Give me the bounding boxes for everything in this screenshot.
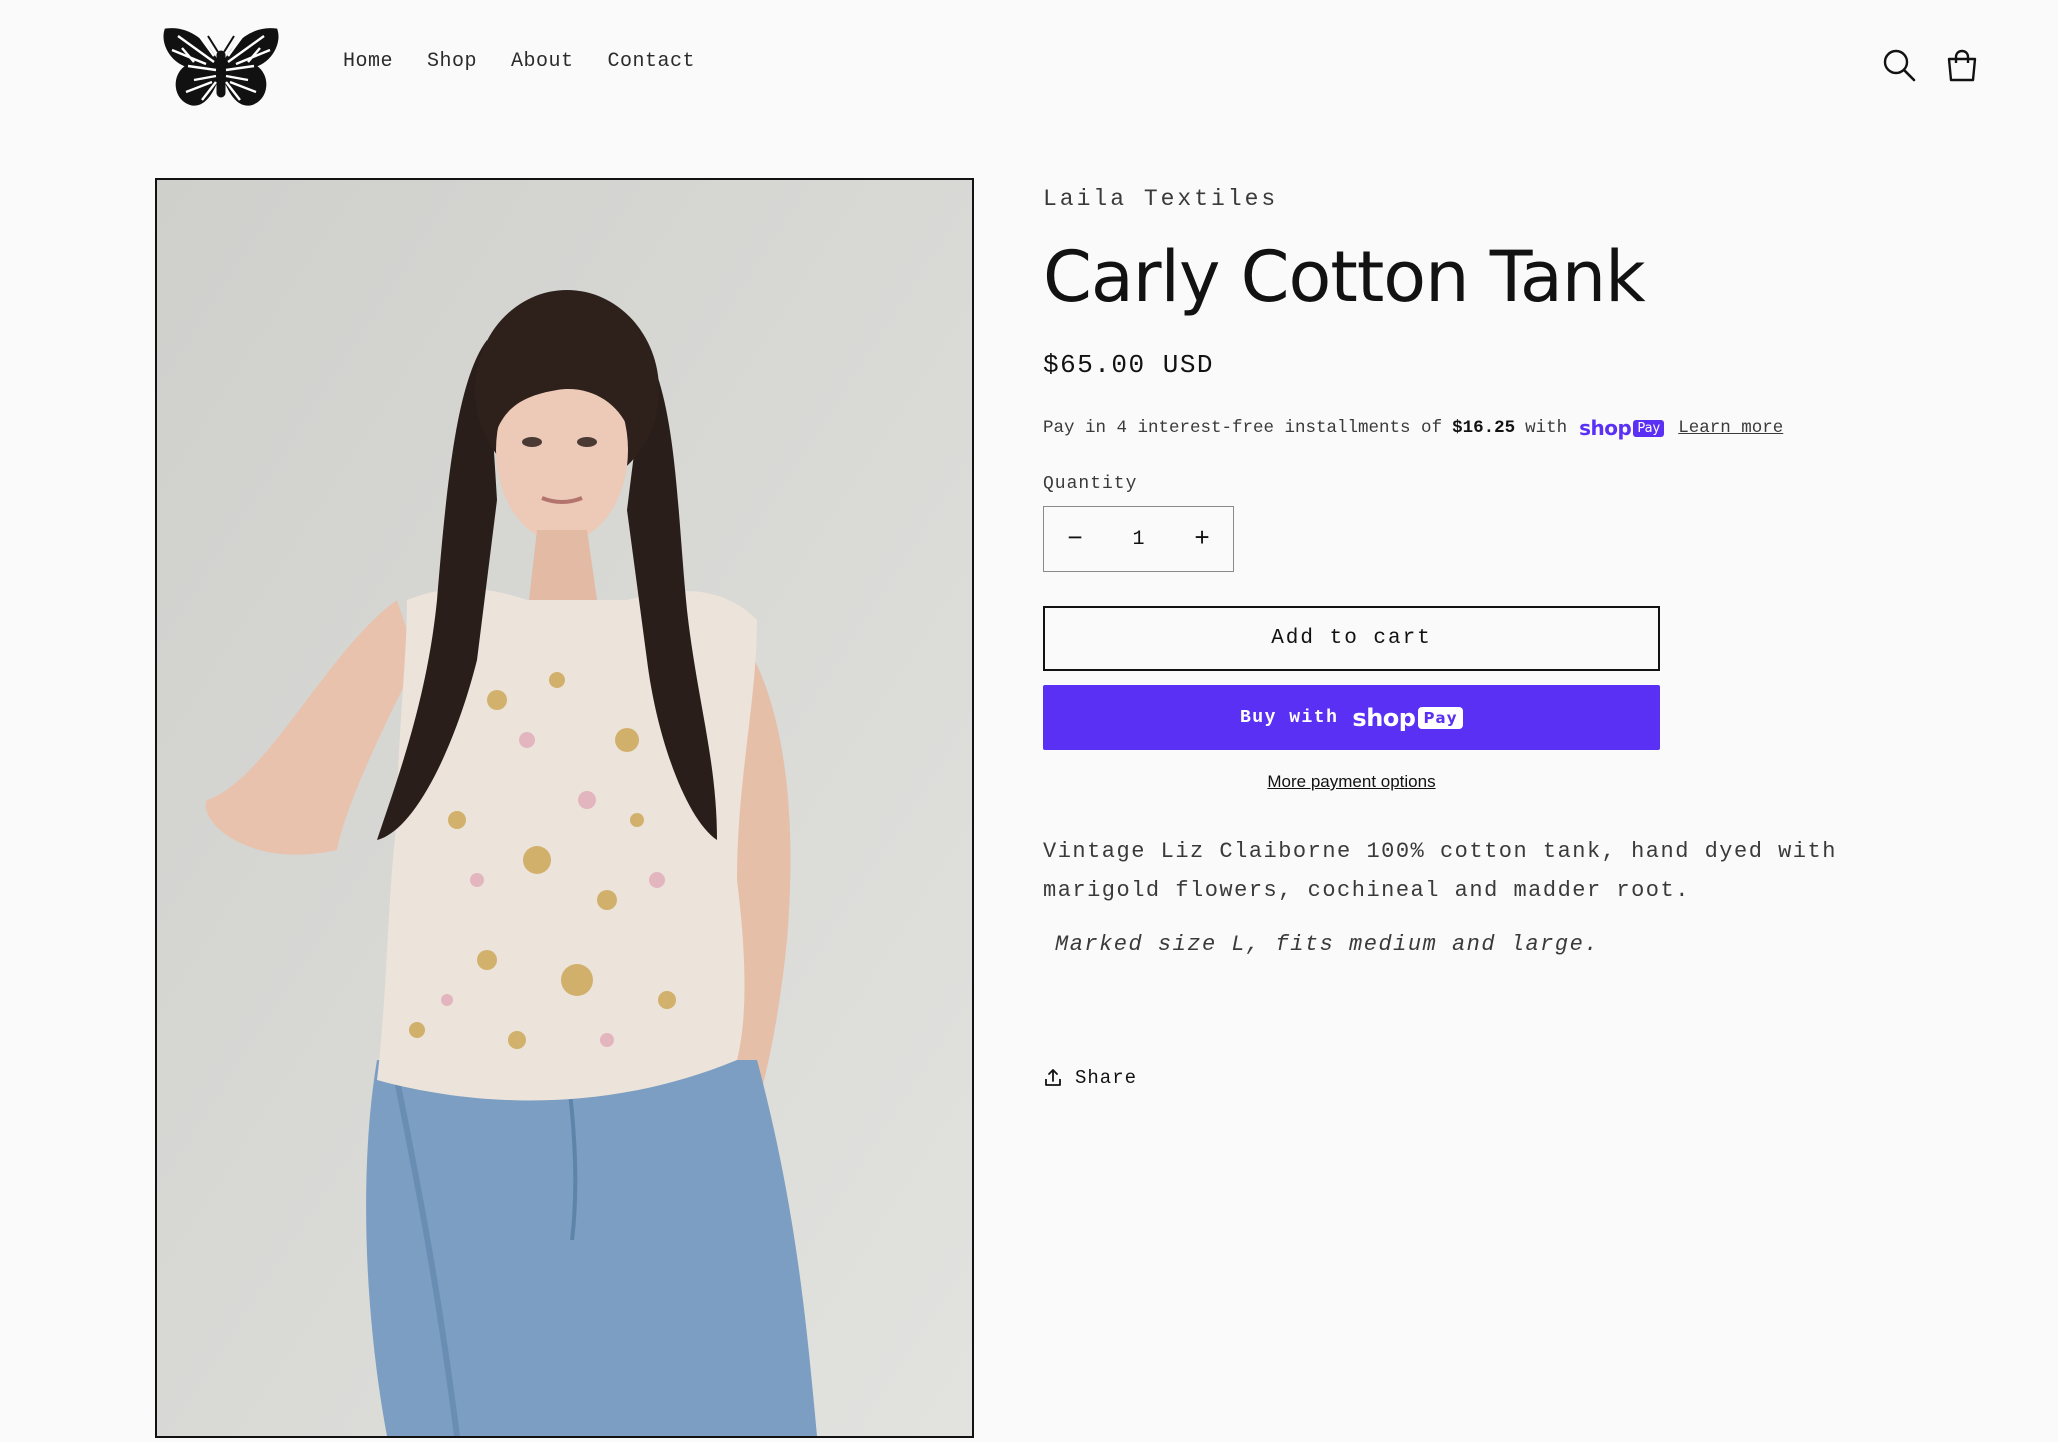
share-icon (1043, 1068, 1063, 1088)
installment-amount: $16.25 (1452, 418, 1516, 438)
add-to-cart-button[interactable]: Add to cart (1043, 606, 1660, 671)
installments-suffix: with (1525, 418, 1568, 438)
buy-with-label: Buy with (1240, 707, 1339, 728)
shop-pay-logo: shop Pay (1579, 416, 1665, 440)
quantity-increase-button[interactable]: + (1171, 507, 1233, 571)
product-title: Carly Cotton Tank (1043, 236, 1646, 318)
site-header: Home Shop About Contact (0, 0, 2058, 134)
quantity-input[interactable]: 1 (1109, 528, 1169, 551)
pay-badge-text: Pay (1633, 419, 1665, 437)
pay-badge-text: Pay (1418, 706, 1463, 729)
learn-more-link[interactable]: Learn more (1678, 418, 1783, 438)
product-description: Vintage Liz Claiborne 100% cotton tank, … (1043, 839, 1837, 903)
shop-wordmark-text: shop (1579, 416, 1632, 440)
more-payment-options-link[interactable]: More payment options (1043, 772, 1660, 792)
quantity-label: Quantity (1043, 474, 1138, 494)
quantity-stepper: − 1 + (1043, 506, 1234, 572)
product-image[interactable] (155, 178, 974, 1438)
nav-about[interactable]: About (494, 50, 591, 73)
share-label: Share (1075, 1067, 1138, 1089)
butterfly-logo[interactable] (158, 22, 284, 110)
model-photo-illustration (157, 180, 972, 1436)
share-button[interactable]: Share (1043, 1067, 1923, 1089)
installments-banner: Pay in 4 interest-free installments of $… (1043, 416, 1923, 440)
quantity-decrease-button[interactable]: − (1044, 507, 1106, 571)
search-icon[interactable] (1880, 46, 1920, 86)
product-vendor: Laila Textiles (1043, 186, 1279, 212)
product-info: Laila Textiles Carly Cotton Tank $65.00 … (1043, 178, 1923, 1089)
nav-shop[interactable]: Shop (410, 50, 494, 73)
nav-contact[interactable]: Contact (591, 50, 713, 73)
product-price: $65.00 USD (1043, 350, 1215, 380)
cart-icon[interactable] (1942, 46, 1982, 86)
main-nav: Home Shop About Contact (326, 50, 712, 73)
size-note: Marked size L, fits medium and large. (1055, 932, 1599, 957)
shop-wordmark-text: shop (1352, 703, 1416, 732)
installments-prefix: Pay in 4 interest-free installments of (1043, 418, 1443, 438)
nav-home[interactable]: Home (326, 50, 410, 73)
buy-with-shop-pay-button[interactable]: Buy with shop Pay (1043, 685, 1660, 750)
